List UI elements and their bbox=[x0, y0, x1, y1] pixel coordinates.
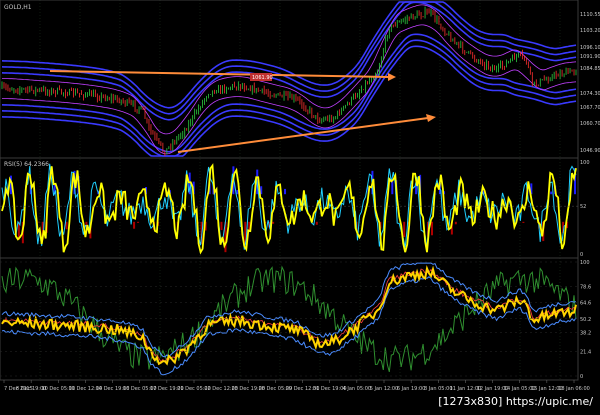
rsi-fill-bar bbox=[284, 189, 286, 194]
x-tick-label: 8 Jan 05:00 bbox=[424, 386, 452, 392]
chart-window[interactable]: GOLD,H1 1110.55 1103.20 1096.10 1091.90 1084… bbox=[0, 0, 600, 411]
price-y-tick: 1103.20 bbox=[580, 28, 600, 34]
band-line bbox=[2, 34, 576, 152]
osc-y-tick: 78.6 bbox=[580, 284, 591, 290]
time-x-axis: 7 Dec 20158 Dec 19:0010 Dec 05:0011 Dec … bbox=[4, 380, 590, 392]
price-y-tick: 1110.55 bbox=[580, 12, 600, 18]
trend-arrow-lower-head bbox=[426, 114, 436, 122]
rsi-y-axis: 100 52 0 bbox=[580, 160, 590, 258]
x-tick-label: 4 Jan 05:00 bbox=[343, 386, 371, 392]
rsi-fill-bar bbox=[550, 192, 552, 195]
band-line bbox=[2, 40, 576, 156]
chart-canvas[interactable]: GOLD,H1 1110.55 1103.20 1096.10 1091.90 1084… bbox=[0, 0, 600, 411]
rsi-panel-title: RSI(5) 64.2366 bbox=[4, 161, 49, 168]
rsi-fill-bar bbox=[455, 222, 457, 224]
price-y-tick: 1084.85 bbox=[580, 66, 600, 72]
osc-y-tick: 0 bbox=[580, 374, 583, 380]
band-line bbox=[2, 2, 576, 114]
price-y-tick: 1074.30 bbox=[580, 91, 600, 97]
band-line bbox=[2, 2, 576, 108]
price-y-tick: 1046.90 bbox=[580, 148, 600, 154]
trend-arrow-upper-head bbox=[388, 73, 396, 81]
price-panel[interactable]: GOLD,H1 1110.55 1103.20 1096.10 1091.90 1084… bbox=[0, 0, 600, 158]
rsi-y-tick: 0 bbox=[580, 252, 583, 258]
x-tick-label: 6 Jan 19:00 bbox=[397, 386, 425, 392]
rsi-fill-bar bbox=[236, 190, 238, 194]
price-y-tick: 1060.70 bbox=[580, 121, 600, 127]
rsi-fill-bar bbox=[403, 222, 405, 237]
x-tick-label: 31 Dec 19:00 bbox=[313, 386, 347, 392]
rsi-lines bbox=[0, 164, 578, 252]
oscillator-lines bbox=[2, 263, 576, 375]
band-line bbox=[2, 46, 576, 156]
rsi-fill-bar bbox=[316, 222, 318, 225]
price-y-tick: 1067.70 bbox=[580, 105, 600, 111]
price-panel-title: GOLD,H1 bbox=[4, 4, 32, 11]
rsi-fill-bar bbox=[137, 222, 139, 223]
oscillator-panel[interactable]: 100 78.6 64.6 50.2 38.2 21.4 0 bbox=[0, 258, 591, 380]
price-label: 1061.90 bbox=[252, 75, 273, 81]
rsi-fill-bar bbox=[133, 222, 135, 229]
band-inner-line bbox=[2, 5, 576, 134]
rsi-panel[interactable]: RSI(5) 64.2366 100 52 0 bbox=[0, 158, 590, 258]
osc-y-tick: 100 bbox=[580, 260, 590, 266]
watermark: [1273x830] https://upic.me/ bbox=[435, 395, 596, 409]
x-tick-label: 5 Jan 12:00 bbox=[370, 386, 398, 392]
osc-y-tick: 38.2 bbox=[580, 330, 591, 336]
rsi-fill-bar bbox=[522, 222, 524, 223]
rsi-fill-bar bbox=[38, 222, 40, 223]
rsi-y-tick: 100 bbox=[580, 160, 590, 166]
x-tick-label: 18 Jan 06:00 bbox=[558, 386, 590, 392]
price-y-tick: 1096.10 bbox=[580, 45, 600, 51]
osc-y-tick: 64.6 bbox=[580, 300, 591, 306]
price-y-axis: 1110.55 1103.20 1096.10 1091.90 1084.85 1074.… bbox=[580, 12, 600, 154]
osc-y-tick: 21.4 bbox=[580, 350, 591, 356]
oscillator-y-axis: 100 78.6 64.6 50.2 38.2 21.4 0 bbox=[0, 260, 591, 380]
osc-y-tick: 50.2 bbox=[580, 317, 591, 323]
rsi-fill-bar bbox=[431, 222, 433, 235]
bollinger-bands bbox=[2, 2, 576, 156]
rsi-signal-line bbox=[2, 164, 576, 250]
rsi-fill-bar bbox=[220, 222, 222, 230]
band-line bbox=[2, 2, 576, 120]
price-candles bbox=[2, 7, 576, 156]
price-y-tick: 1091.90 bbox=[580, 54, 600, 60]
rsi-fill-bar bbox=[272, 222, 274, 224]
rsi-y-tick: 52 bbox=[580, 204, 586, 210]
